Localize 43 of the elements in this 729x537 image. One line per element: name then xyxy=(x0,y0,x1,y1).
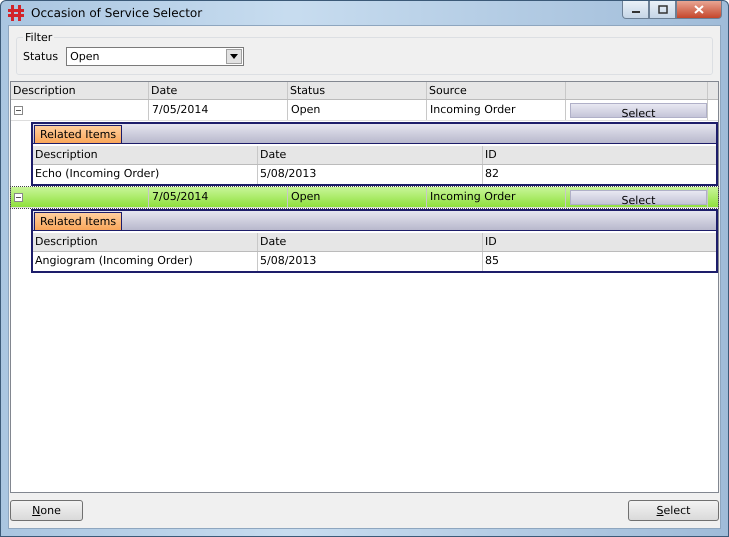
column-header: Status xyxy=(288,82,427,99)
related-items-tab[interactable]: Related Items xyxy=(34,212,122,230)
dropdown-arrow-icon xyxy=(230,54,238,59)
collapse-toggle[interactable] xyxy=(14,192,23,202)
table-cell: Open xyxy=(288,187,427,207)
status-label: Status xyxy=(23,50,58,63)
column-header: Description xyxy=(11,82,149,99)
minimize-button[interactable] xyxy=(622,1,649,19)
maximize-icon xyxy=(658,5,668,14)
table-cell-text: 82 xyxy=(484,166,500,182)
column-header: Description xyxy=(33,146,258,164)
table-cell: Incoming Order xyxy=(427,100,566,120)
select-button[interactable]: Select xyxy=(570,102,707,118)
order-row[interactable]: 7/05/2014 Open Incoming Order Select xyxy=(11,100,718,121)
collapse-toggle[interactable] xyxy=(14,106,23,114)
table-cell: 7/05/2014 xyxy=(149,187,288,207)
column-header: Date xyxy=(258,146,483,164)
filter-label: Filter xyxy=(24,31,54,44)
close-button[interactable] xyxy=(676,1,722,19)
cross-icon xyxy=(7,4,25,22)
column-header: Description xyxy=(33,233,258,251)
column-header: Source xyxy=(427,82,566,99)
column-header: ID xyxy=(484,234,498,250)
select-button[interactable]: Select xyxy=(570,190,707,204)
table-cell: Open xyxy=(288,100,427,120)
table-cell: 7/05/2014 xyxy=(149,100,288,120)
close-icon xyxy=(694,5,704,14)
window-title: Occasion of Service Selector xyxy=(31,6,202,20)
status-dropdown[interactable]: Open xyxy=(66,47,244,66)
table-cell: Angiogram (Incoming Order) xyxy=(33,252,258,271)
table-cell: 5/08/2013 xyxy=(258,252,483,271)
table-cell: Echo (Incoming Order) xyxy=(33,165,258,184)
column-header: ID xyxy=(484,147,498,163)
column-header: Date xyxy=(258,233,483,251)
table-cell: 5/08/2013 xyxy=(258,165,483,184)
table-cell: Incoming Order xyxy=(427,187,566,207)
related-items-tab[interactable]: Related Items xyxy=(34,125,122,143)
maximize-button[interactable] xyxy=(649,1,676,19)
order-row[interactable]: 7/05/2014 Open Incoming Order Select xyxy=(11,187,718,208)
column-header: Date xyxy=(149,82,288,99)
select-button[interactable]: Select xyxy=(628,500,719,521)
none-button[interactable]: None xyxy=(10,500,83,521)
table-cell-text: 85 xyxy=(484,253,500,269)
